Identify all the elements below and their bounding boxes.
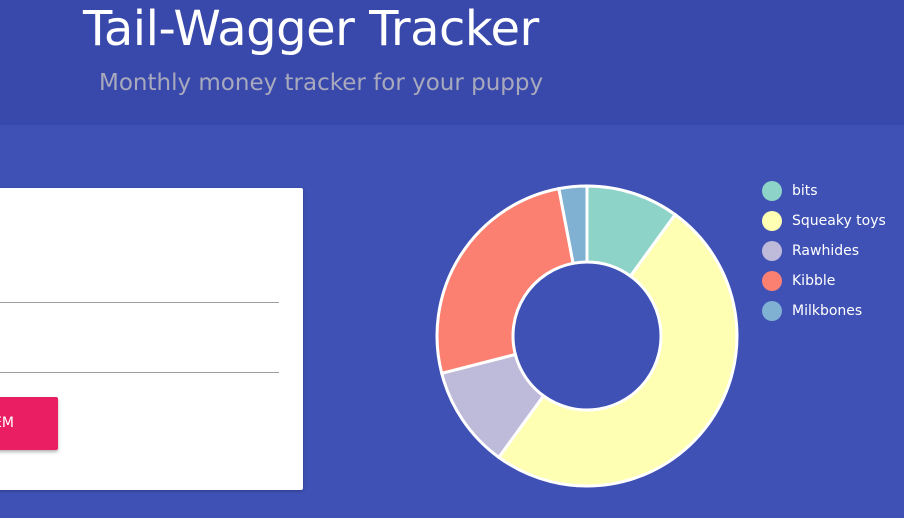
- add-item-button-label: ADD ITEM: [0, 415, 14, 431]
- legend-item-bits[interactable]: bits: [762, 176, 886, 206]
- legend-swatch: [762, 271, 782, 291]
- legend-item-kibble[interactable]: Kibble: [762, 266, 886, 296]
- legend-label: Milkbones: [792, 303, 863, 319]
- doughnut-svg: [435, 184, 739, 488]
- legend-item-milkbones[interactable]: Milkbones: [762, 296, 886, 326]
- legend-swatch: [762, 301, 782, 321]
- chart-legend: bits Squeaky toys Rawhides Kibble Milkbones: [762, 176, 886, 326]
- legend-label: bits: [792, 183, 818, 199]
- legend-item-rawhides[interactable]: Rawhides: [762, 236, 886, 266]
- app-header: Tail-Wagger Tracker Monthly money tracke…: [0, 0, 904, 125]
- add-item-button[interactable]: ADD ITEM: [0, 397, 58, 450]
- legend-label: Rawhides: [792, 243, 860, 259]
- legend-item-squeaky-toys[interactable]: Squeaky toys: [762, 206, 886, 236]
- legend-label: Kibble: [792, 273, 836, 289]
- legend-swatch: [762, 241, 782, 261]
- expense-doughnut-chart: [420, 170, 750, 500]
- item-name-input[interactable]: [0, 263, 279, 303]
- legend-swatch: [762, 181, 782, 201]
- app-title: Tail-Wagger Tracker: [83, 1, 539, 57]
- legend-swatch: [762, 211, 782, 231]
- legend-label: Squeaky toys: [792, 213, 886, 229]
- add-item-card: ADD ITEM: [0, 188, 303, 490]
- app-subtitle: Monthly money tracker for your puppy: [99, 70, 544, 96]
- item-cost-input[interactable]: [0, 333, 279, 373]
- slice-kibble[interactable]: [435, 186, 575, 376]
